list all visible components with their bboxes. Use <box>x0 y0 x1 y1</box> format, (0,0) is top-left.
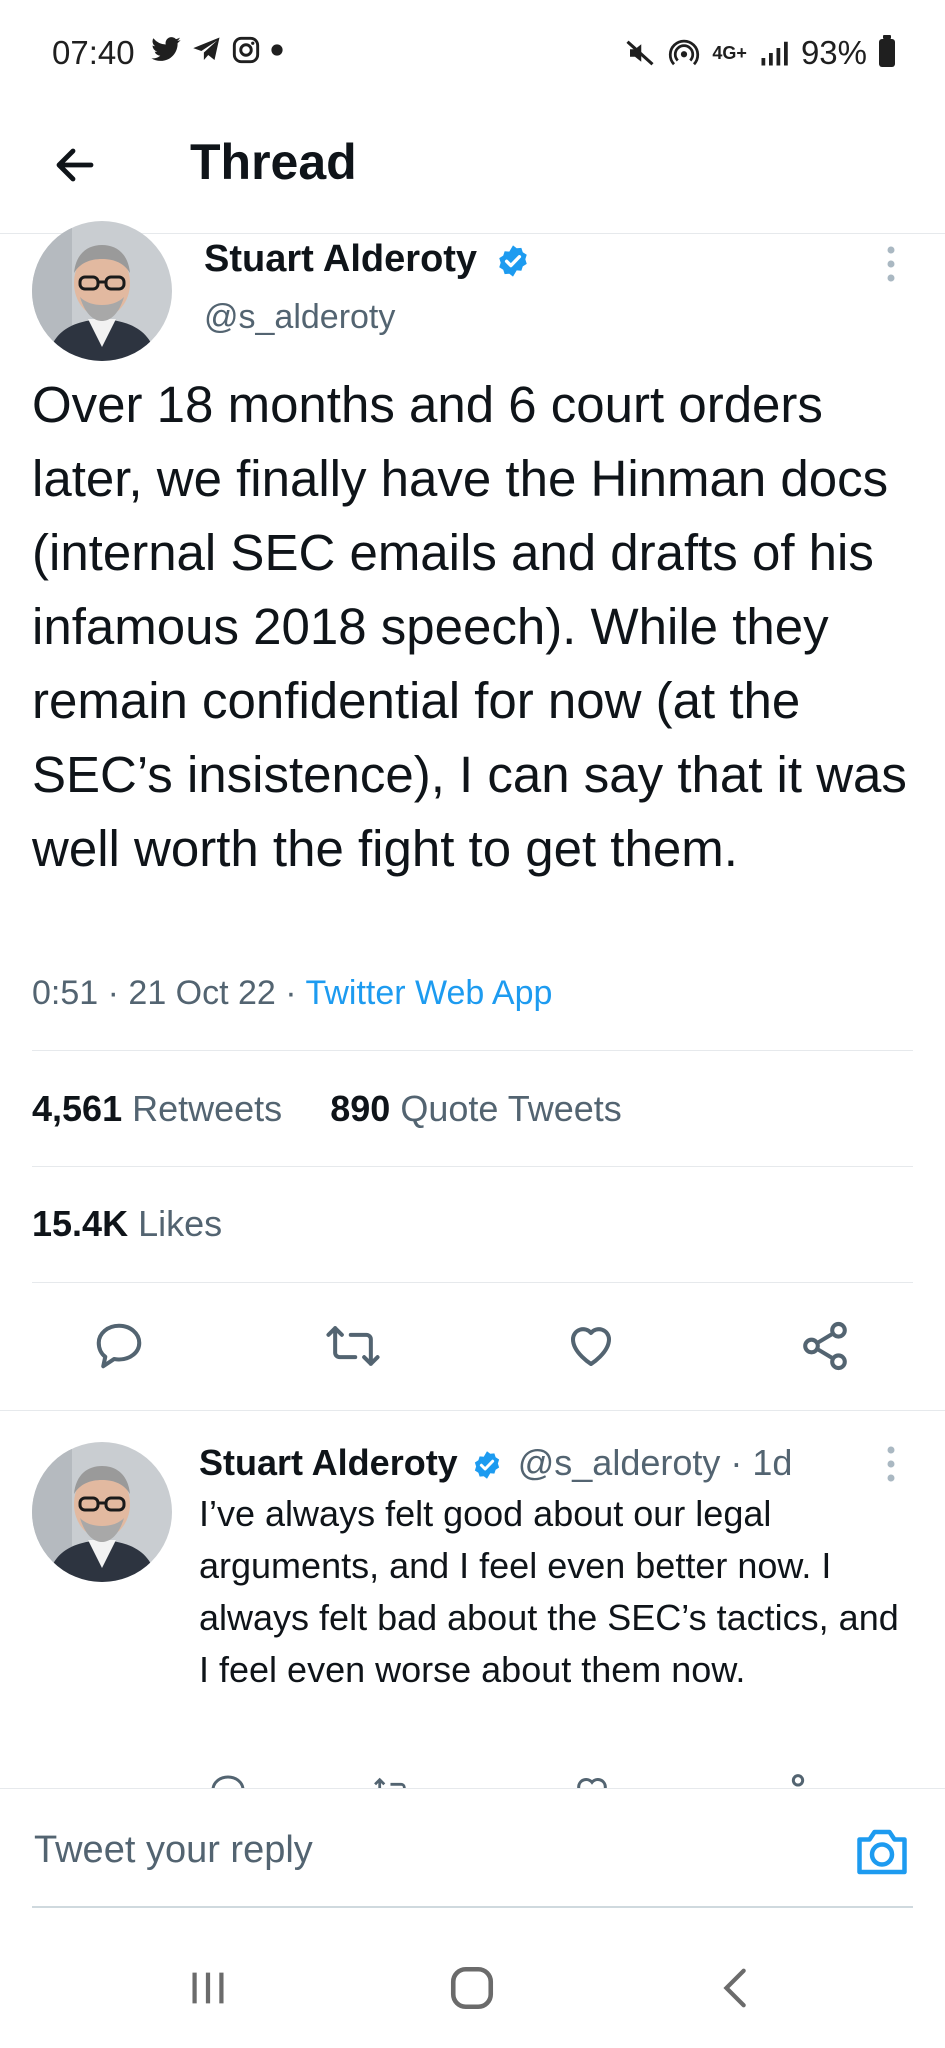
avatar-image <box>32 1442 172 1582</box>
network-type: 4G+ <box>712 43 747 63</box>
reply-age: 1d <box>752 1442 793 1483</box>
reply-composer <box>0 1788 945 1909</box>
tweet-time: 0:51 <box>32 974 99 1012</box>
top-app-bar <box>0 110 945 234</box>
retweet-icon <box>374 1777 406 1788</box>
status-notification-icons <box>150 36 284 64</box>
more-vertical-icon <box>887 1446 895 1482</box>
reply-text: I’ve always felt good about our legal ar… <box>199 1493 899 1690</box>
mute-icon <box>626 40 654 66</box>
meta-separator: · <box>730 1442 753 1483</box>
heart-icon <box>570 1327 612 1367</box>
more-vertical-icon <box>887 246 895 282</box>
status-right-group: 4G+ 93% <box>624 34 895 72</box>
share-icon <box>791 1774 805 1787</box>
composer-underline <box>32 1906 913 1908</box>
page-title: Thread <box>190 134 357 190</box>
verified-badge-icon <box>498 245 527 277</box>
system-nav-bar <box>0 1920 945 2048</box>
quotes-count: 890 <box>330 1088 391 1129</box>
dot-icon <box>271 44 283 56</box>
reply-author-handle[interactable]: @s_alderoty <box>518 1442 721 1483</box>
retweets-link[interactable]: 4,561 Retweets <box>32 1088 282 1129</box>
tweet-action-bar <box>0 1285 945 1415</box>
status-time: 07:40 <box>52 34 135 71</box>
retweets-count: 4,561 <box>32 1088 123 1129</box>
reply-action-bar-peek <box>0 1772 945 1788</box>
author-name[interactable]: Stuart Alderoty <box>204 238 530 281</box>
battery-percent: 93% <box>800 34 867 71</box>
recent-apps-button[interactable] <box>168 1948 248 2028</box>
reply-header: Stuart Alderoty @s_alderoty · 1d <box>199 1442 792 1484</box>
telegram-icon <box>193 37 220 60</box>
like-button[interactable] <box>556 1311 626 1381</box>
avatar-image <box>32 221 172 361</box>
likes-count: 15.4K <box>32 1203 129 1244</box>
heart-icon <box>577 1778 607 1788</box>
verified-badge-icon <box>474 1451 499 1480</box>
tweet-date: 21 Oct 22 <box>128 974 276 1012</box>
tweet-source-link[interactable]: Twitter Web App <box>305 974 552 1012</box>
tweet-text: Over 18 months and 6 court orders later,… <box>32 376 907 877</box>
home-button[interactable] <box>432 1948 512 2028</box>
tweet-meta: 0:51 · 21 Oct 22 · Twitter Web App <box>32 974 552 1013</box>
reply-button[interactable] <box>84 1311 154 1381</box>
likes-link[interactable]: 15.4K Likes <box>32 1203 222 1245</box>
likes-label: Likes <box>138 1203 223 1244</box>
divider <box>32 1282 913 1283</box>
share-icon <box>803 1321 847 1371</box>
battery-icon <box>879 35 895 67</box>
status-bar: 07:40 4G+ 93% <box>0 0 945 110</box>
back-button[interactable] <box>40 130 110 200</box>
author-name-text: Stuart Alderoty <box>204 238 478 280</box>
reply-more-options-button[interactable] <box>876 1444 906 1484</box>
author-handle[interactable]: @s_alderoty <box>204 298 395 337</box>
arrow-left-icon <box>56 148 94 182</box>
instagram-icon <box>232 36 260 64</box>
retweets-label: Retweets <box>132 1088 283 1129</box>
reply-author-name[interactable]: Stuart Alderoty <box>199 1442 458 1483</box>
chevron-left-icon <box>723 1968 746 2008</box>
divider <box>0 1410 945 1411</box>
meta-separator: · <box>285 974 306 1012</box>
camera-button[interactable] <box>852 1822 912 1882</box>
reply-avatar[interactable] <box>32 1442 172 1582</box>
system-back-button[interactable] <box>696 1948 776 2028</box>
signal-icon <box>761 41 788 66</box>
home-icon <box>450 1966 494 2010</box>
quotes-link[interactable]: 890 Quote Tweets <box>330 1088 622 1129</box>
camera-icon <box>857 1829 907 1875</box>
avatar[interactable] <box>32 221 172 361</box>
twitter-icon <box>151 37 181 61</box>
reply-icon <box>96 1323 142 1369</box>
share-button[interactable] <box>790 1311 860 1381</box>
meta-separator: · <box>107 974 129 1012</box>
retweet-icon <box>326 1326 380 1366</box>
retweet-button[interactable] <box>318 1311 388 1381</box>
reply-icon <box>211 1775 245 1788</box>
quotes-label: Quote Tweets <box>400 1088 622 1129</box>
more-options-button[interactable] <box>876 244 906 284</box>
recent-apps-icon <box>192 1972 224 2004</box>
retweet-stats: 4,561 Retweets 890 Quote Tweets <box>32 1088 622 1130</box>
divider <box>32 1166 913 1167</box>
divider <box>32 1050 913 1051</box>
reply-input[interactable] <box>32 1819 836 1881</box>
hotspot-icon <box>669 39 700 66</box>
